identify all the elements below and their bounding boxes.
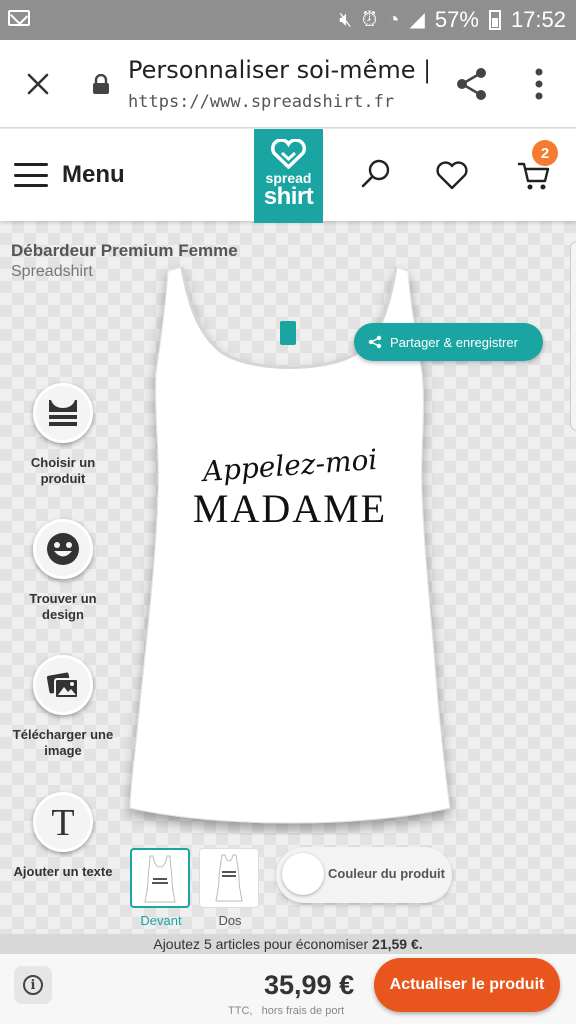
page-title: Personnaliser soi-même | ... xyxy=(128,56,428,84)
color-label: Couleur du produit xyxy=(328,866,445,881)
images-icon xyxy=(46,672,79,699)
add-text-button[interactable]: T Ajouter un texte xyxy=(8,792,118,880)
logo-text-shirt: shirt xyxy=(263,183,314,210)
share-save-button[interactable]: Partager & enregistrer xyxy=(354,323,543,361)
more-options-icon[interactable] xyxy=(524,64,554,104)
share-icon[interactable] xyxy=(452,64,492,104)
tool-circle xyxy=(33,519,93,579)
tank-back-thumbnail xyxy=(215,854,243,902)
product-price: 35,99 € xyxy=(264,970,355,1000)
info-icon: i xyxy=(23,975,43,995)
view-label-front: Devant xyxy=(140,913,182,928)
battery-percent: 57% xyxy=(434,7,479,32)
url-text[interactable]: https://www.spreadshirt.fr xyxy=(128,92,394,112)
menu-label: Menu xyxy=(62,161,125,188)
tool-label: Choisir un produit xyxy=(30,455,96,486)
view-label-back: Dos xyxy=(218,913,242,928)
svg-text:T: T xyxy=(51,805,74,839)
signal-icon: ◢ xyxy=(409,9,425,31)
share-save-label: Partager & enregistrer xyxy=(390,334,518,350)
lock-icon xyxy=(93,74,109,94)
price-footer: i 35,99 € TTC, hors frais de port Actual… xyxy=(0,954,576,1024)
battery-icon xyxy=(488,10,501,30)
search-icon[interactable] xyxy=(356,155,396,195)
view-thumbnail-front[interactable] xyxy=(130,848,190,908)
product-brand: Spreadshirt xyxy=(11,263,93,280)
tool-label: Trouver un design xyxy=(29,591,97,622)
scroll-handle[interactable] xyxy=(570,241,576,431)
tank-brand-tag xyxy=(280,321,296,345)
wifi-icon: ◔ xyxy=(387,9,400,31)
savings-amount: 21,59 €. xyxy=(372,936,423,952)
spreadshirt-logo[interactable]: spread shirt xyxy=(254,129,323,223)
browser-toolbar: Personnaliser soi-même | ... https://www… xyxy=(0,40,576,128)
info-button[interactable]: i xyxy=(14,966,52,1004)
price-note-shipping: hors frais de port xyxy=(261,1005,345,1017)
alarm-icon: ⏰︎ xyxy=(361,9,378,31)
tool-label: Ajouter un texte xyxy=(13,864,113,879)
savings-banner: Ajoutez 5 articles pour économiser 21,59… xyxy=(0,934,576,954)
status-bar: 🔇︎ ⏰︎ ◔ ◢ 57% 17:52 xyxy=(0,0,576,40)
tank-front-thumbnail xyxy=(144,855,176,903)
product-customizer: Débardeur Premium Femme Spreadshirt Appe… xyxy=(0,221,576,934)
status-icons: 🔇︎ ⏰︎ ◔ ◢ 57% 17:52 xyxy=(339,6,566,34)
mail-notification-icon xyxy=(8,10,30,26)
close-tab-button[interactable] xyxy=(20,66,56,102)
price-note: TTC, hors frais de port xyxy=(228,1005,344,1017)
choose-product-button[interactable]: Choisir un produit xyxy=(8,383,118,487)
product-name: Débardeur Premium Femme xyxy=(11,241,238,260)
mute-icon: 🔇︎ xyxy=(339,9,352,31)
view-thumbnail-back[interactable] xyxy=(199,848,259,908)
update-product-button[interactable]: Actualiser le produit xyxy=(374,958,560,1012)
tank-top-icon xyxy=(49,400,77,426)
close-icon xyxy=(27,73,49,95)
clock: 17:52 xyxy=(510,7,566,32)
site-header: Menu spread shirt xyxy=(0,129,576,223)
hamburger-icon xyxy=(14,163,48,187)
product-color-button[interactable]: Couleur du produit xyxy=(276,847,452,903)
design-text-line2[interactable]: MADAME xyxy=(180,485,400,532)
price-note-ttc: TTC, xyxy=(228,1005,253,1017)
cart-count-badge: 2 xyxy=(532,140,558,166)
smiley-icon xyxy=(47,533,79,565)
text-t-icon: T xyxy=(51,805,74,839)
tool-circle xyxy=(33,383,93,443)
find-design-button[interactable]: Trouver un design xyxy=(8,519,118,623)
tool-label: Télécharger une image xyxy=(12,727,114,758)
heart-icon[interactable] xyxy=(432,155,472,195)
color-swatch xyxy=(282,853,324,895)
tool-circle xyxy=(33,655,93,715)
upload-image-button[interactable]: Télécharger une image xyxy=(8,655,118,759)
menu-button[interactable]: Menu xyxy=(14,155,125,195)
share-icon xyxy=(368,335,382,349)
tool-circle: T xyxy=(33,792,93,852)
heart-logo-icon xyxy=(271,139,306,169)
savings-text: Ajoutez 5 articles pour économiser xyxy=(153,936,373,952)
